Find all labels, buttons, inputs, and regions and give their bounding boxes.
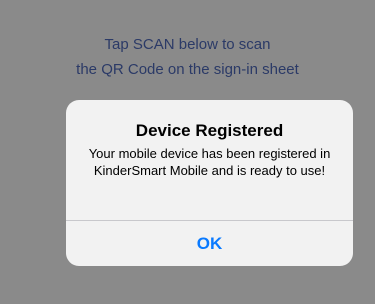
- ok-button[interactable]: OK: [66, 221, 353, 266]
- alert-dialog: Device Registered Your mobile device has…: [66, 100, 353, 266]
- alert-message: Your mobile device has been registered i…: [88, 146, 331, 178]
- alert-content: Device Registered Your mobile device has…: [66, 100, 353, 220]
- alert-title: Device Registered: [135, 121, 284, 140]
